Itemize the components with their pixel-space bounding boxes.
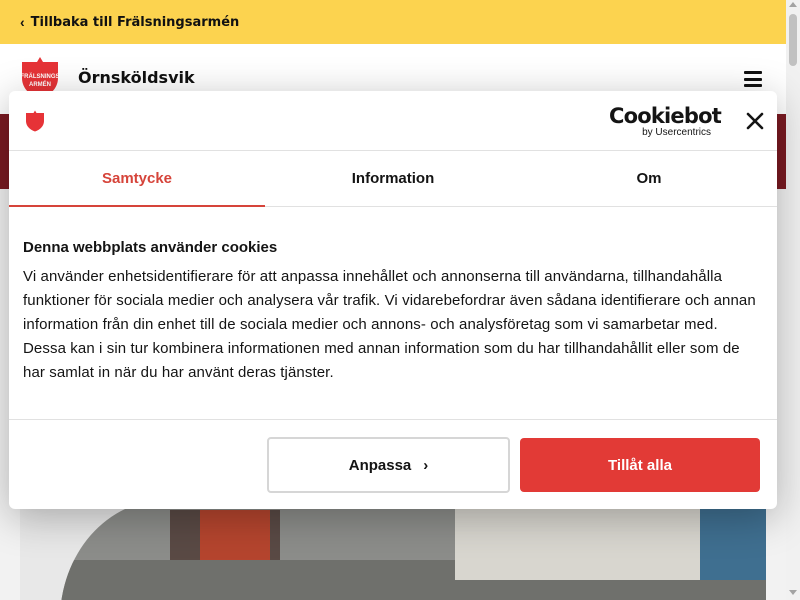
chevron-right-icon: › bbox=[423, 456, 429, 474]
cookiebot-name: Cookiebot bbox=[609, 104, 722, 128]
tab-consent[interactable]: Samtycke bbox=[9, 151, 265, 207]
location-photo bbox=[60, 500, 766, 600]
page-scrollbar[interactable] bbox=[786, 0, 800, 600]
cookiebot-subtitle: by Usercentrics bbox=[642, 127, 711, 138]
dialog-body: Denna webbplats använder cookies Vi anvä… bbox=[23, 239, 763, 385]
logo-text-bottom: ARMÉN bbox=[29, 80, 51, 88]
cookie-consent-dialog: Cookiebot by Usercentrics Samtycke Infor… bbox=[9, 91, 777, 509]
salvation-army-small-logo bbox=[26, 110, 44, 132]
back-link[interactable]: Tillbaka till Frälsningsarmén bbox=[31, 15, 240, 30]
tab-information[interactable]: Information bbox=[265, 151, 521, 206]
dialog-description: Vi använder enhetsidentifierare för att … bbox=[23, 268, 756, 381]
customize-button[interactable]: Anpassa › bbox=[267, 437, 510, 493]
customize-button-label: Anpassa bbox=[348, 456, 412, 474]
allow-all-button-label: Tillåt alla bbox=[608, 456, 672, 474]
chevron-left-icon[interactable]: ‹ bbox=[20, 14, 25, 30]
dialog-footer: Anpassa › Tillåt alla bbox=[9, 419, 777, 509]
dialog-header: Cookiebot by Usercentrics bbox=[9, 91, 777, 151]
allow-all-button[interactable]: Tillåt alla bbox=[520, 438, 760, 492]
site-title: Örnsköldsvik bbox=[78, 68, 195, 87]
scroll-down-arrow-icon[interactable] bbox=[789, 590, 797, 595]
scroll-thumb[interactable] bbox=[789, 14, 797, 66]
tab-about[interactable]: Om bbox=[521, 151, 777, 206]
scroll-up-arrow-icon[interactable] bbox=[789, 2, 797, 7]
back-bar: ‹ Tillbaka till Frälsningsarmén bbox=[0, 0, 786, 44]
dialog-tabs: Samtycke Information Om bbox=[9, 151, 777, 207]
close-icon[interactable] bbox=[746, 112, 764, 130]
dialog-title: Denna webbplats använder cookies bbox=[23, 239, 278, 256]
cookiebot-brand[interactable]: Cookiebot by Usercentrics bbox=[609, 104, 722, 139]
logo-text-top: FRÄLSNINGS bbox=[21, 73, 60, 80]
hamburger-menu-icon[interactable] bbox=[744, 71, 762, 87]
